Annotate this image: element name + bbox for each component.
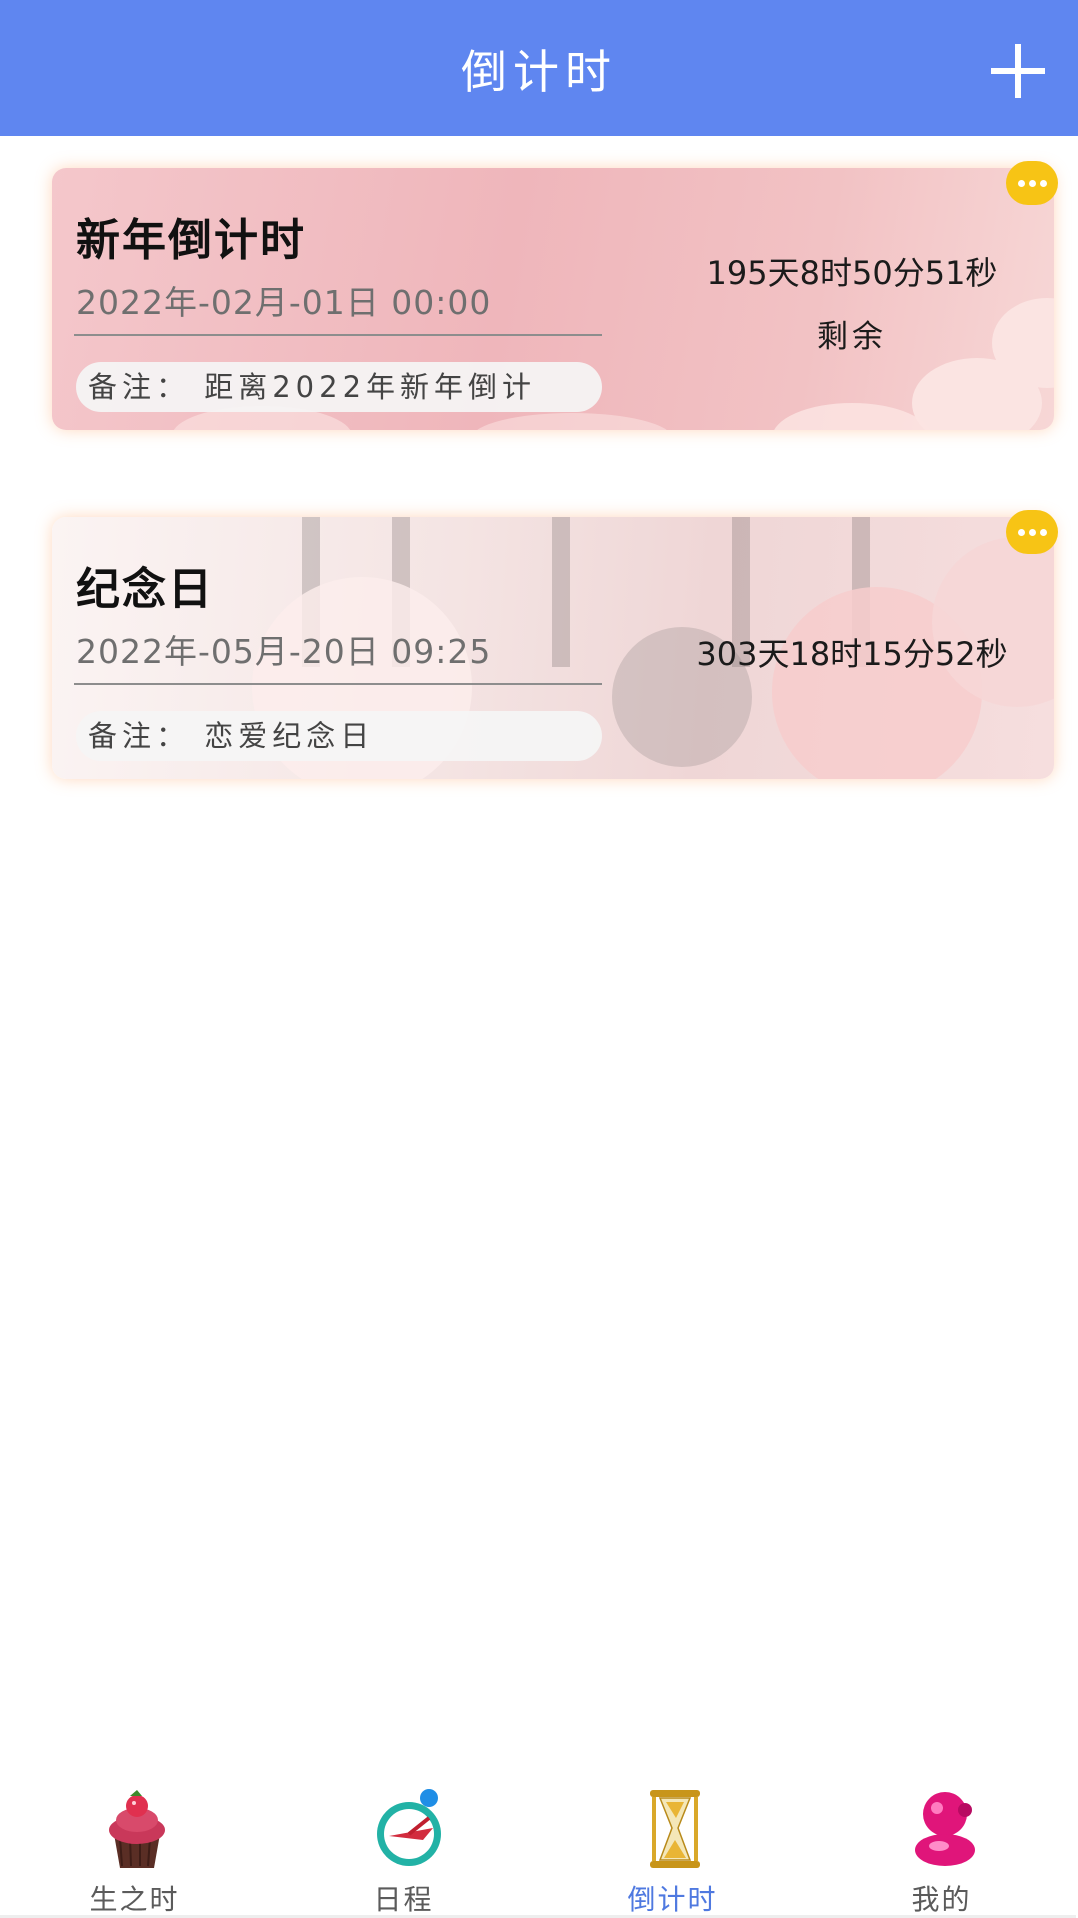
tab-profile[interactable]: 我的 <box>807 1782 1076 1918</box>
card-title: 纪念日 <box>76 564 214 615</box>
tab-label: 日程 <box>373 1883 434 1916</box>
bottom-tab-bar: 生之时 日程 倒计时 我的 <box>0 1782 1078 1918</box>
card-note: 备注： 恋爱纪念日 <box>76 711 602 761</box>
alarm-clock-icon <box>371 1788 441 1870</box>
remaining-time: 303天18时15分52秒 <box>696 635 1008 673</box>
divider <box>74 334 602 336</box>
remaining-label: 剩余 <box>817 319 887 355</box>
remaining-time: 195天8时50分51秒 <box>706 254 998 292</box>
divider <box>74 683 602 685</box>
add-countdown-button[interactable] <box>988 44 1048 98</box>
background-decoration <box>552 517 570 667</box>
cloud-decoration <box>472 413 672 430</box>
more-dots-icon[interactable] <box>1006 510 1058 554</box>
countdown-card[interactable]: 纪念日 2022年-05月-20日 09:25 备注： 恋爱纪念日 303天18… <box>52 517 1054 779</box>
tab-schedule[interactable]: 日程 <box>269 1782 538 1918</box>
countdown-card[interactable]: 新年倒计时 2022年-02月-01日 00:00 备注： 距离2022年新年倒… <box>52 168 1054 430</box>
cupcake-icon <box>102 1788 172 1870</box>
card-note: 备注： 距离2022年新年倒计 <box>76 362 602 412</box>
tab-birthday[interactable]: 生之时 <box>0 1782 269 1918</box>
more-dots-icon[interactable] <box>1006 161 1058 205</box>
hourglass-icon <box>640 1788 710 1870</box>
page-title: 倒计时 <box>461 45 617 99</box>
card-title: 新年倒计时 <box>76 215 306 266</box>
cloud-decoration <box>772 403 932 430</box>
tab-label: 我的 <box>911 1883 972 1916</box>
card-date: 2022年-05月-20日 09:25 <box>76 632 492 671</box>
tab-label: 倒计时 <box>627 1883 718 1916</box>
tab-label: 生之时 <box>89 1883 180 1916</box>
top-bar: 倒计时 <box>0 0 1078 136</box>
card-date: 2022年-02月-01日 00:00 <box>76 283 492 322</box>
tab-countdown[interactable]: 倒计时 <box>538 1782 807 1918</box>
pink-avatar-icon <box>909 1788 979 1870</box>
